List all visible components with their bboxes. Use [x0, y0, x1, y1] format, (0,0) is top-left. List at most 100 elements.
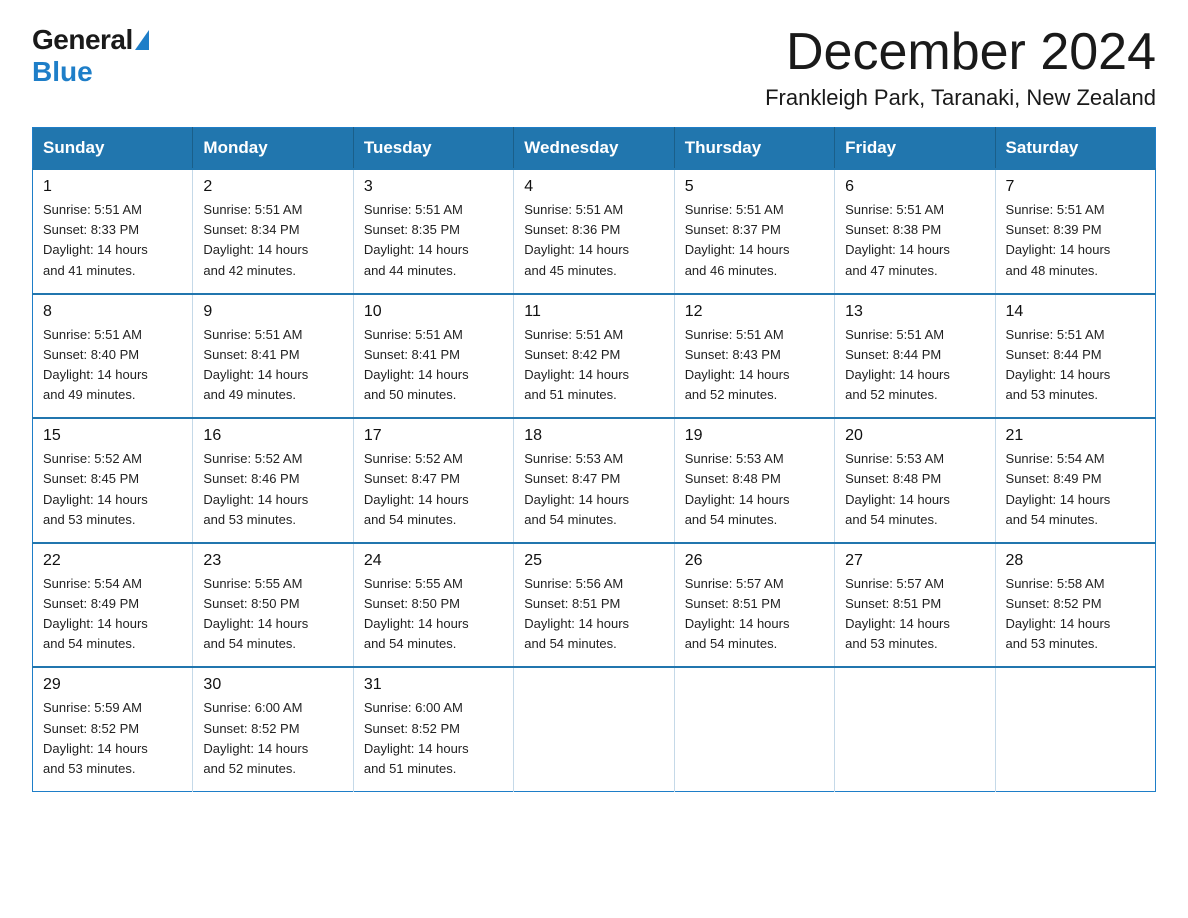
day-info: Sunrise: 5:51 AMSunset: 8:41 PMDaylight:… — [364, 325, 503, 406]
day-info: Sunrise: 5:51 AMSunset: 8:44 PMDaylight:… — [845, 325, 984, 406]
calendar-cell: 15Sunrise: 5:52 AMSunset: 8:45 PMDayligh… — [33, 418, 193, 543]
calendar-cell: 7 Sunrise: 5:51 AMSunset: 8:39 PMDaylight… — [995, 169, 1155, 294]
day-number: 25 — [524, 552, 663, 570]
calendar-cell: 10 Sunrise: 5:51 AMSunset: 8:41 PMDayligh… — [353, 294, 513, 419]
calendar-header-wednesday: Wednesday — [514, 128, 674, 170]
title-block: December 2024 Frankleigh Park, Taranaki,… — [765, 24, 1156, 111]
day-info: Sunrise: 5:51 AMSunset: 8:43 PMDaylight:… — [685, 325, 824, 406]
day-number: 28 — [1006, 552, 1145, 570]
header: General Blue December 2024 Frankleigh Pa… — [32, 24, 1156, 111]
day-number: 21 — [1006, 427, 1145, 445]
calendar-cell: 25 Sunrise: 5:56 AMSunset: 8:51 PMDayligh… — [514, 543, 674, 668]
calendar-cell: 9 Sunrise: 5:51 AMSunset: 8:41 PMDaylight… — [193, 294, 353, 419]
day-info: Sunrise: 5:55 AMSunset: 8:50 PMDaylight:… — [203, 574, 342, 655]
logo-blue-text: Blue — [32, 56, 93, 88]
day-info: Sunrise: 5:51 AMSunset: 8:37 PMDaylight:… — [685, 200, 824, 281]
page: General Blue December 2024 Frankleigh Pa… — [0, 0, 1188, 816]
logo-triangle-icon — [135, 30, 149, 50]
calendar-cell: 13 Sunrise: 5:51 AMSunset: 8:44 PMDayligh… — [835, 294, 995, 419]
day-number: 2 — [203, 178, 342, 196]
day-number: 20 — [845, 427, 984, 445]
calendar: SundayMondayTuesdayWednesdayThursdayFrid… — [32, 127, 1156, 792]
day-info: Sunrise: 5:51 AMSunset: 8:41 PMDaylight:… — [203, 325, 342, 406]
day-info: Sunrise: 5:51 AMSunset: 8:39 PMDaylight:… — [1006, 200, 1145, 281]
calendar-cell: 23 Sunrise: 5:55 AMSunset: 8:50 PMDayligh… — [193, 543, 353, 668]
day-info: Sunrise: 5:58 AMSunset: 8:52 PMDaylight:… — [1006, 574, 1145, 655]
day-number: 8 — [43, 303, 182, 321]
day-info: Sunrise: 5:51 AMSunset: 8:36 PMDaylight:… — [524, 200, 663, 281]
calendar-cell — [674, 667, 834, 791]
day-number: 3 — [364, 178, 503, 196]
calendar-cell: 3 Sunrise: 5:51 AMSunset: 8:35 PMDaylight… — [353, 169, 513, 294]
calendar-week-3: 15Sunrise: 5:52 AMSunset: 8:45 PMDayligh… — [33, 418, 1156, 543]
day-number: 16 — [203, 427, 342, 445]
day-number: 4 — [524, 178, 663, 196]
day-number: 23 — [203, 552, 342, 570]
day-number: 14 — [1006, 303, 1145, 321]
calendar-cell: 18Sunrise: 5:53 AMSunset: 8:47 PMDayligh… — [514, 418, 674, 543]
main-title: December 2024 — [765, 24, 1156, 81]
subtitle: Frankleigh Park, Taranaki, New Zealand — [765, 85, 1156, 111]
day-number: 31 — [364, 676, 503, 694]
day-number: 7 — [1006, 178, 1145, 196]
day-number: 30 — [203, 676, 342, 694]
calendar-header-friday: Friday — [835, 128, 995, 170]
calendar-cell: 27Sunrise: 5:57 AMSunset: 8:51 PMDayligh… — [835, 543, 995, 668]
day-number: 29 — [43, 676, 182, 694]
calendar-cell: 2 Sunrise: 5:51 AMSunset: 8:34 PMDaylight… — [193, 169, 353, 294]
calendar-week-1: 1 Sunrise: 5:51 AMSunset: 8:33 PMDaylight… — [33, 169, 1156, 294]
day-info: Sunrise: 6:00 AMSunset: 8:52 PMDaylight:… — [364, 698, 503, 779]
calendar-cell: 19Sunrise: 5:53 AMSunset: 8:48 PMDayligh… — [674, 418, 834, 543]
logo: General Blue — [32, 24, 151, 88]
calendar-header-saturday: Saturday — [995, 128, 1155, 170]
calendar-cell: 24 Sunrise: 5:55 AMSunset: 8:50 PMDayligh… — [353, 543, 513, 668]
day-info: Sunrise: 5:51 AMSunset: 8:34 PMDaylight:… — [203, 200, 342, 281]
calendar-cell: 21 Sunrise: 5:54 AMSunset: 8:49 PMDayligh… — [995, 418, 1155, 543]
day-info: Sunrise: 5:52 AMSunset: 8:46 PMDaylight:… — [203, 449, 342, 530]
day-number: 17 — [364, 427, 503, 445]
day-info: Sunrise: 5:54 AMSunset: 8:49 PMDaylight:… — [1006, 449, 1145, 530]
day-number: 9 — [203, 303, 342, 321]
calendar-header-monday: Monday — [193, 128, 353, 170]
day-number: 12 — [685, 303, 824, 321]
day-number: 5 — [685, 178, 824, 196]
calendar-cell: 31 Sunrise: 6:00 AMSunset: 8:52 PMDayligh… — [353, 667, 513, 791]
day-info: Sunrise: 5:51 AMSunset: 8:44 PMDaylight:… — [1006, 325, 1145, 406]
calendar-cell: 14 Sunrise: 5:51 AMSunset: 8:44 PMDayligh… — [995, 294, 1155, 419]
calendar-cell — [995, 667, 1155, 791]
calendar-header-sunday: Sunday — [33, 128, 193, 170]
calendar-cell: 4 Sunrise: 5:51 AMSunset: 8:36 PMDaylight… — [514, 169, 674, 294]
calendar-cell: 30 Sunrise: 6:00 AMSunset: 8:52 PMDayligh… — [193, 667, 353, 791]
day-info: Sunrise: 5:57 AMSunset: 8:51 PMDaylight:… — [685, 574, 824, 655]
day-number: 11 — [524, 303, 663, 321]
calendar-cell: 1 Sunrise: 5:51 AMSunset: 8:33 PMDaylight… — [33, 169, 193, 294]
day-number: 1 — [43, 178, 182, 196]
calendar-header-tuesday: Tuesday — [353, 128, 513, 170]
day-number: 24 — [364, 552, 503, 570]
logo-text: General — [32, 24, 151, 56]
calendar-cell: 11Sunrise: 5:51 AMSunset: 8:42 PMDayligh… — [514, 294, 674, 419]
day-number: 19 — [685, 427, 824, 445]
day-number: 13 — [845, 303, 984, 321]
calendar-week-2: 8Sunrise: 5:51 AMSunset: 8:40 PMDaylight… — [33, 294, 1156, 419]
day-number: 15 — [43, 427, 182, 445]
day-number: 26 — [685, 552, 824, 570]
day-info: Sunrise: 5:51 AMSunset: 8:33 PMDaylight:… — [43, 200, 182, 281]
day-info: Sunrise: 5:56 AMSunset: 8:51 PMDaylight:… — [524, 574, 663, 655]
logo-blue: Blue — [32, 56, 93, 87]
calendar-cell: 28 Sunrise: 5:58 AMSunset: 8:52 PMDayligh… — [995, 543, 1155, 668]
logo-general: General — [32, 24, 133, 56]
day-info: Sunrise: 5:55 AMSunset: 8:50 PMDaylight:… — [364, 574, 503, 655]
day-number: 10 — [364, 303, 503, 321]
calendar-cell — [835, 667, 995, 791]
calendar-cell: 17 Sunrise: 5:52 AMSunset: 8:47 PMDayligh… — [353, 418, 513, 543]
day-info: Sunrise: 5:53 AMSunset: 8:47 PMDaylight:… — [524, 449, 663, 530]
calendar-cell: 12 Sunrise: 5:51 AMSunset: 8:43 PMDayligh… — [674, 294, 834, 419]
calendar-cell: 22Sunrise: 5:54 AMSunset: 8:49 PMDayligh… — [33, 543, 193, 668]
calendar-week-5: 29Sunrise: 5:59 AMSunset: 8:52 PMDayligh… — [33, 667, 1156, 791]
day-info: Sunrise: 6:00 AMSunset: 8:52 PMDaylight:… — [203, 698, 342, 779]
calendar-cell: 20Sunrise: 5:53 AMSunset: 8:48 PMDayligh… — [835, 418, 995, 543]
day-info: Sunrise: 5:52 AMSunset: 8:47 PMDaylight:… — [364, 449, 503, 530]
day-info: Sunrise: 5:51 AMSunset: 8:35 PMDaylight:… — [364, 200, 503, 281]
calendar-cell: 26 Sunrise: 5:57 AMSunset: 8:51 PMDayligh… — [674, 543, 834, 668]
